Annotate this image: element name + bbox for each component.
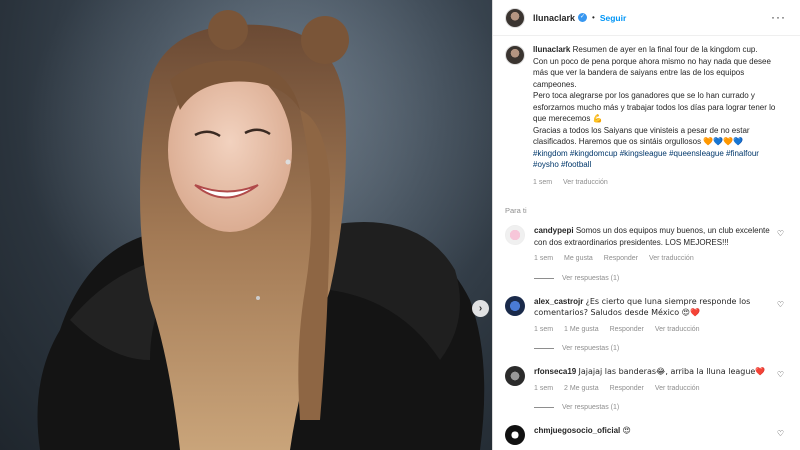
comment-item: alex_castrojr ¿Es cierto que luna siempr… [505,295,788,336]
caption-line: Pero toca alegrarse por los ganadores qu… [533,91,776,123]
author-username[interactable]: llunaclark [533,13,575,23]
commenter-avatar[interactable] [505,366,525,386]
caption: llunaclark Resumen de ayer en la final f… [505,44,788,188]
comment-reply-button[interactable]: Responder [610,385,644,392]
caption-avatar[interactable] [505,45,525,65]
caption-line: Resumen de ayer en la final four de la k… [572,45,758,54]
heart-icon[interactable]: ♡ [777,370,784,379]
comment-body: candypepi Somos un dos equipos muy bueno… [534,225,774,265]
comments-section: llunaclark Resumen de ayer en la final f… [493,36,800,445]
next-image-button[interactable]: › [472,300,489,317]
view-replies-label[interactable]: Ver respuestas (1) [562,345,619,352]
caption-hashtags[interactable]: #kingdom #kingdomcup #kingsleague #queen… [533,149,759,170]
post-header: llunaclark ✓ • Seguir ··· [493,0,800,36]
view-replies[interactable]: Ver respuestas (1) [534,275,788,282]
caption-translate-link[interactable]: Ver traducción [563,179,608,186]
view-replies-label[interactable]: Ver respuestas (1) [562,404,619,411]
verified-badge-icon: ✓ [578,13,588,22]
replies-divider [534,407,554,408]
comment-likes[interactable]: 2 Me gusta [564,385,599,392]
heart-icon[interactable]: ♡ [777,229,784,238]
caption-line: Gracias a todos los Saiyans que vinistei… [533,125,750,147]
comment-reply-button[interactable]: Responder [604,255,638,262]
comment-translate-link[interactable]: Ver traducción [655,326,700,333]
view-replies[interactable]: Ver respuestas (1) [534,404,788,411]
commenter-username[interactable]: candypepi [534,226,574,235]
comment-time: 1 sem [534,255,554,262]
replies-divider [534,348,554,349]
comment-time: 1 sem [534,325,554,333]
comment-translate-link[interactable]: Ver traducción [655,385,700,392]
heart-icon[interactable]: ♡ [777,300,784,309]
more-options-icon[interactable]: ··· [771,10,786,24]
comment-body: rfonseca19 Jajajaj las banderas😂, arriba… [534,366,774,394]
post-photo[interactable]: › [0,0,492,450]
replies-divider [534,277,554,279]
commenter-avatar[interactable] [505,425,525,445]
caption-time: 1 sem [533,178,553,186]
comment-likes[interactable]: Me gusta [564,255,593,262]
caption-username[interactable]: llunaclark [533,45,570,54]
comment-meta: 1 sem 2 Me gusta Responder Ver traducció… [534,383,774,395]
comment-translate-link[interactable]: Ver traducción [649,255,694,262]
comment-meta: 1 sem Me gusta Responder Ver traducción [534,253,774,265]
commenter-username[interactable]: alex_castrojr [534,297,583,306]
caption-line: Con un poco de pena porque ahora mismo n… [533,56,771,89]
commenter-username[interactable]: chmjuegosocio_oficial [534,426,620,435]
comment-body: chmjuegosocio_oficial 😍 [534,425,774,445]
commenter-username[interactable]: rfonseca19 [534,367,576,376]
caption-meta: 1 sem Ver traducción [533,177,785,189]
comment-likes[interactable]: 1 Me gusta [564,326,599,333]
comment-text: Jajajaj las banderas😂, arriba la lluna l… [578,367,766,376]
heart-icon[interactable]: ♡ [777,429,784,438]
for-you-label: Para ti [505,206,527,215]
photo-illustration [0,0,492,450]
follow-button[interactable]: Seguir [600,13,626,23]
comment-item: candypepi Somos un dos equipos muy bueno… [505,225,788,265]
comment-item: chmjuegosocio_oficial 😍 ♡ [505,425,788,445]
author-avatar[interactable] [505,7,525,28]
commenter-avatar[interactable] [505,225,525,245]
comment-text: 😍 [622,426,631,435]
commenter-avatar[interactable] [505,295,525,316]
view-replies-label[interactable]: Ver respuestas (1) [562,275,619,282]
post-side-panel: llunaclark ✓ • Seguir ··· llunaclark Res… [492,0,800,450]
comment-time: 1 sem [534,384,554,392]
comment-item: rfonseca19 Jajajaj las banderas😂, arriba… [505,366,788,394]
chevron-right-icon: › [478,303,483,314]
comment-meta: 1 sem 1 Me gusta Responder Ver traducció… [534,324,774,336]
view-replies[interactable]: Ver respuestas (1) [534,345,788,352]
comment-body: alex_castrojr ¿Es cierto que luna siempr… [534,296,774,336]
caption-text: llunaclark Resumen de ayer en la final f… [533,44,785,188]
instagram-post-view: › llunaclark ✓ • Seguir ··· llunaclark R… [0,0,800,450]
comment-reply-button[interactable]: Responder [610,326,644,333]
separator-dot: • [592,13,595,22]
